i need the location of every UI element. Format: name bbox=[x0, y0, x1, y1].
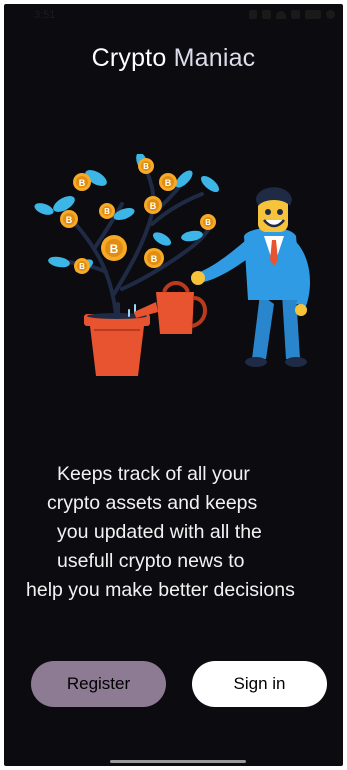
plant-pot-icon bbox=[84, 313, 150, 376]
watering-can-icon bbox=[134, 281, 207, 334]
wifi-icon bbox=[276, 10, 286, 19]
tagline-line: usefull crypto news to bbox=[57, 550, 245, 572]
svg-text:B: B bbox=[104, 207, 110, 216]
app-title-crypto: Crypto bbox=[91, 44, 167, 72]
gallery-icon bbox=[262, 10, 271, 19]
signal-icon bbox=[291, 10, 300, 19]
coin-icon: B bbox=[74, 258, 90, 274]
svg-text:B: B bbox=[79, 262, 85, 271]
register-button[interactable]: Register bbox=[31, 661, 166, 707]
home-indicator[interactable] bbox=[110, 760, 246, 763]
app-title-maniac: Maniac bbox=[173, 44, 256, 72]
coin-icon: B bbox=[144, 248, 164, 268]
svg-text:B: B bbox=[79, 178, 86, 188]
coin-icon: B bbox=[200, 214, 216, 230]
svg-text:B: B bbox=[150, 201, 157, 211]
app-title: Crypto Maniac bbox=[4, 44, 343, 73]
svg-text:B: B bbox=[66, 215, 73, 225]
tagline-line: help you make better decisions bbox=[26, 579, 295, 601]
app-screen: 3:51 Crypto Maniac B B B B B B B B B B K… bbox=[4, 4, 343, 766]
app-icon bbox=[249, 10, 257, 19]
status-icons bbox=[249, 10, 335, 19]
coin-icon: B bbox=[144, 196, 162, 214]
coin-icon: B bbox=[138, 158, 154, 174]
bitcoin-coins: B B B B B B B B B B bbox=[60, 158, 216, 274]
sign-in-button[interactable]: Sign in bbox=[192, 661, 327, 707]
battery-icon bbox=[305, 10, 321, 19]
svg-text:B: B bbox=[143, 162, 149, 171]
coin-icon: B bbox=[60, 210, 78, 228]
svg-text:B: B bbox=[110, 242, 119, 256]
tagline-line: Keeps track of all your bbox=[57, 463, 250, 485]
tagline-line: you updated with all the bbox=[57, 521, 262, 543]
tagline: Keeps track of all your crypto assets an… bbox=[4, 460, 343, 605]
coin-icon: B bbox=[99, 203, 115, 219]
svg-text:B: B bbox=[165, 178, 172, 188]
sync-icon bbox=[326, 10, 335, 19]
tagline-line: crypto assets and keeps bbox=[47, 492, 258, 514]
svg-text:B: B bbox=[151, 254, 158, 264]
svg-text:B: B bbox=[205, 218, 211, 227]
money-tree-illustration: B B B B B B B B B B bbox=[34, 154, 310, 376]
coin-icon: B bbox=[73, 173, 91, 191]
status-bar: 3:51 bbox=[4, 4, 343, 26]
coin-icon: B bbox=[101, 235, 127, 261]
coin-icon: B bbox=[159, 173, 177, 191]
status-time: 3:51 bbox=[34, 9, 56, 21]
